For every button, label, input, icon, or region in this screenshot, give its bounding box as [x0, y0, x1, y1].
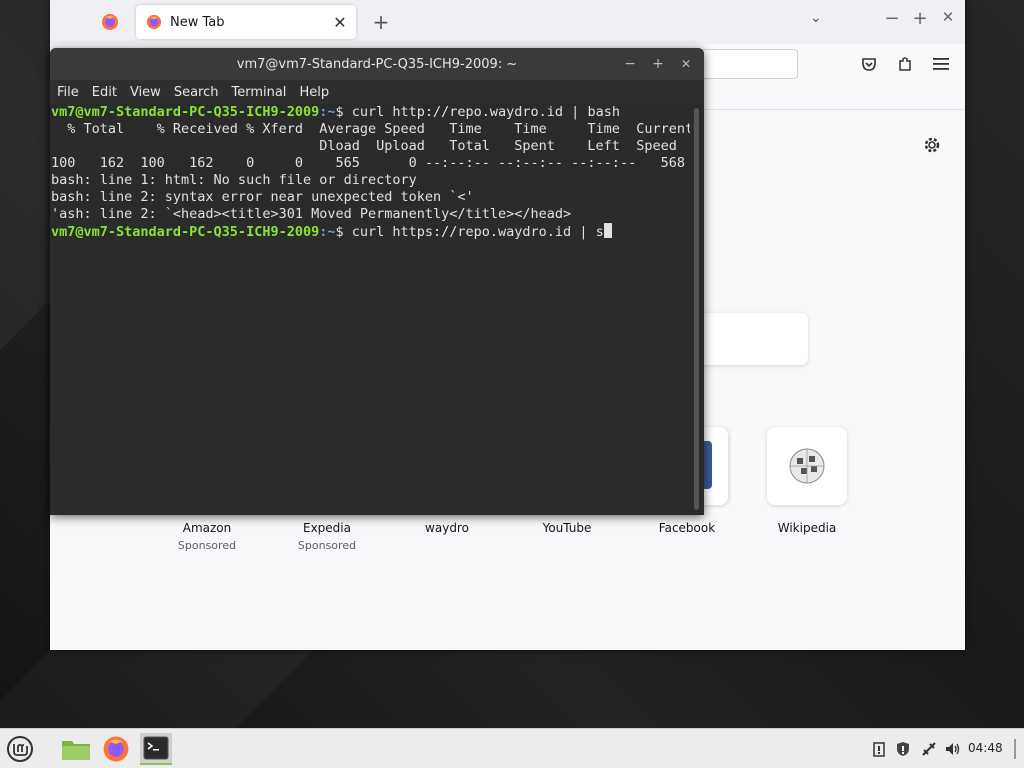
- prompt-path: :~: [319, 104, 336, 120]
- text-cursor: [603, 223, 612, 238]
- prompt-path: :~: [319, 224, 336, 240]
- wikipedia-globe-icon: [789, 448, 825, 484]
- firefox-icon: [103, 736, 129, 762]
- mint-menu-button[interactable]: [4, 733, 36, 765]
- url-bar[interactable]: [690, 49, 798, 79]
- folder-icon: [62, 741, 90, 760]
- shortcut-wikipedia[interactable]: Wikipedia: [752, 427, 862, 535]
- menu-view[interactable]: View: [130, 85, 161, 100]
- menu-terminal[interactable]: Terminal: [231, 85, 286, 100]
- gear-icon[interactable]: [922, 135, 942, 155]
- sponsored-label: Sponsored: [297, 539, 357, 552]
- terminal-line: vm7@vm7-Standard-PC-Q35-ICH9-2009:~$ cur…: [51, 223, 690, 240]
- taskbar: 04:48: [0, 728, 1024, 768]
- firefox-launcher[interactable]: [100, 733, 132, 765]
- shortcut-label: Facebook: [658, 521, 716, 535]
- wikipedia-tile[interactable]: [767, 427, 847, 505]
- firefox-icon: [102, 14, 118, 30]
- terminal-titlebar[interactable]: vm7@vm7-Standard-PC-Q35-ICH9-2009: ~ − +…: [50, 48, 704, 80]
- tab-title: New Tab: [170, 14, 225, 30]
- sponsored-label: Sponsored: [177, 539, 237, 552]
- list-all-tabs-icon[interactable]: ⌄: [810, 10, 822, 26]
- firefox-icon: [146, 14, 162, 30]
- terminal-line: bash: line 1: html: No such file or dire…: [51, 172, 417, 188]
- shortcut-label: Wikipedia: [777, 521, 837, 535]
- terminal-line: % Total % Received % Xferd Average Speed…: [51, 121, 690, 137]
- pocket-icon[interactable]: [857, 52, 881, 76]
- volume-icon[interactable]: [944, 740, 962, 758]
- shield-icon[interactable]: [894, 740, 912, 758]
- terminal-output[interactable]: vm7@vm7-Standard-PC-Q35-ICH9-2009:~$ cur…: [50, 104, 690, 515]
- command-text: $ curl http://repo.waydro.id | bash: [335, 104, 620, 120]
- network-icon[interactable]: [920, 740, 938, 758]
- menu-icon[interactable]: [929, 52, 953, 76]
- firefox-pinned-tab[interactable]: [96, 8, 124, 36]
- prompt-user: vm7@vm7-Standard-PC-Q35-ICH9-2009: [51, 224, 320, 240]
- command-text: $ curl https://repo.waydro.id | s: [335, 224, 604, 240]
- firefox-maximize-button[interactable]: +: [908, 8, 932, 29]
- terminal-scrollbar[interactable]: [692, 104, 702, 515]
- firefox-minimize-button[interactable]: −: [880, 8, 904, 29]
- shortcut-label: Expedia: [303, 521, 351, 535]
- terminal-close-button[interactable]: ✕: [676, 54, 696, 74]
- tab-close-icon[interactable]: ✕: [328, 13, 352, 32]
- terminal-line: 'ash: line 2: `<head><title>301 Moved Pe…: [51, 206, 572, 222]
- linux-mint-icon: [7, 736, 33, 762]
- terminal-icon: [143, 736, 169, 760]
- terminal-line: 100 162 100 162 0 0 565 0 --:--:-- --:--…: [51, 155, 685, 171]
- menu-help[interactable]: Help: [299, 85, 329, 100]
- terminal-line: bash: line 2: syntax error near unexpect…: [51, 189, 474, 205]
- tab-new-tab[interactable]: New Tab ✕: [136, 5, 356, 39]
- files-launcher[interactable]: [60, 733, 92, 765]
- firefox-tab-bar: New Tab ✕ + ⌄ − + ✕: [50, 0, 965, 44]
- shortcut-label: YouTube: [542, 521, 592, 535]
- terminal-line: vm7@vm7-Standard-PC-Q35-ICH9-2009:~$ cur…: [51, 104, 690, 121]
- prompt-user: vm7@vm7-Standard-PC-Q35-ICH9-2009: [51, 104, 320, 120]
- new-tab-button[interactable]: +: [368, 8, 394, 36]
- clipboard-icon[interactable]: [870, 740, 888, 758]
- menu-edit[interactable]: Edit: [92, 85, 117, 100]
- scrollbar-thumb[interactable]: [694, 108, 699, 510]
- clock[interactable]: 04:48: [968, 741, 1003, 755]
- terminal-menubar: File Edit View Search Terminal Help: [50, 80, 704, 104]
- terminal-minimize-button[interactable]: −: [620, 54, 640, 74]
- menu-search[interactable]: Search: [174, 85, 219, 100]
- terminal-launcher[interactable]: [140, 733, 172, 765]
- terminal-title: vm7@vm7-Standard-PC-Q35-ICH9-2009: ~: [236, 56, 518, 72]
- show-desktop-button[interactable]: [1010, 739, 1020, 759]
- shortcut-label: Amazon: [182, 521, 232, 535]
- firefox-close-button[interactable]: ✕: [936, 8, 960, 26]
- terminal-line: Dload Upload Total Spent Left Speed: [51, 138, 677, 154]
- extensions-icon[interactable]: [893, 52, 917, 76]
- terminal-window: vm7@vm7-Standard-PC-Q35-ICH9-2009: ~ − +…: [50, 48, 704, 515]
- terminal-maximize-button[interactable]: +: [648, 54, 668, 74]
- menu-file[interactable]: File: [57, 85, 79, 100]
- shortcut-label: waydro: [425, 521, 469, 535]
